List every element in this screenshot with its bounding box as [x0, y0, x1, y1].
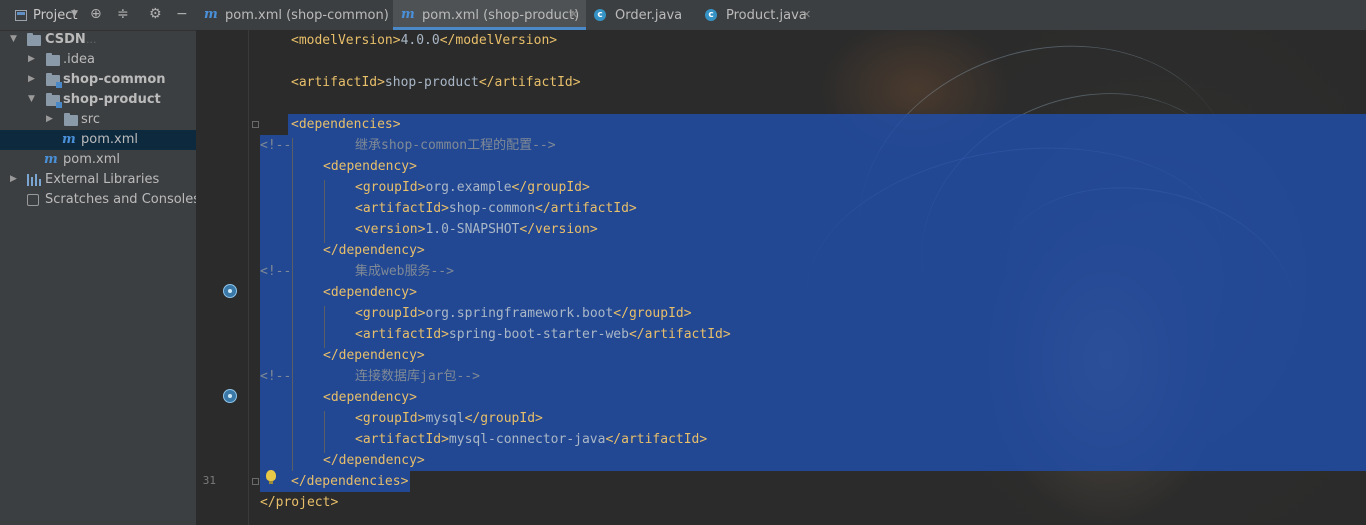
code-line: <groupId>org.example</groupId> — [355, 180, 590, 195]
selection-first-line — [288, 114, 1366, 135]
class-icon: c — [594, 9, 606, 21]
code-line: </dependency> — [323, 453, 425, 468]
folder-icon — [64, 113, 78, 126]
tree-item-src[interactable]: ▶ src — [0, 110, 196, 130]
code-line: <version>1.0-SNAPSHOT</version> — [355, 222, 598, 237]
code-line: <dependency> — [323, 285, 417, 300]
code-comment: <!-- — [260, 264, 292, 279]
tree-item-label: External Libraries — [45, 172, 160, 187]
tab-pom-shop-common[interactable]: m pom.xml (shop-common) — [196, 0, 392, 30]
tab-label: Order.java — [615, 8, 683, 23]
chevron-right-icon[interactable]: ▶ — [46, 114, 53, 124]
code-line: <modelVersion>4.0.0</modelVersion> — [291, 33, 558, 48]
code-comment: 连接数据库jar包--> — [355, 369, 480, 384]
crosshair-icon[interactable]: ⊕ — [90, 6, 102, 22]
tree-item-label: Scratches and Consoles — [45, 192, 201, 207]
chevron-right-icon[interactable]: ▶ — [28, 74, 35, 84]
folder-icon — [46, 53, 60, 66]
tab-product-java[interactable]: c Product.java ✕ — [697, 0, 827, 30]
close-icon[interactable]: ✕ — [802, 8, 811, 21]
code-line: <dependency> — [323, 390, 417, 405]
tree-item-label: shop-common — [63, 72, 166, 87]
code-line: <groupId>org.springframework.boot</group… — [355, 306, 692, 321]
tab-label: pom.xml (shop-common) — [225, 8, 389, 23]
chevron-down-icon[interactable]: ▼ — [71, 9, 78, 19]
module-folder-icon — [46, 73, 62, 88]
tab-label: pom.xml (shop-product) — [422, 8, 580, 23]
tree-item-shop-product[interactable]: ▼ shop-product — [0, 90, 196, 110]
current-line-number: 31 — [202, 474, 216, 487]
chevron-right-icon[interactable]: ▶ — [28, 54, 35, 64]
tree-item-label: shop-product — [63, 92, 161, 107]
code-line: </dependency> — [323, 348, 425, 363]
code-comment: 继承shop-common工程的配置--> — [355, 138, 556, 153]
maven-icon: m — [62, 132, 76, 147]
code-line: <groupId>mysql</groupId> — [355, 411, 543, 426]
minimize-icon[interactable]: − — [176, 6, 188, 22]
tree-item-hint: ... — [86, 33, 97, 46]
project-panel-header: Project ▼ ⊕ ≑ ⚙ − — [0, 0, 196, 31]
tree-item-label: .idea — [63, 52, 95, 67]
tree-item-external-libraries[interactable]: ▶ External Libraries — [0, 170, 196, 190]
tab-pom-shop-product[interactable]: m pom.xml (shop-product) ✕ — [393, 0, 586, 30]
tree-item-label: pom.xml — [81, 132, 138, 147]
editor-tab-bar: m pom.xml (shop-common) m pom.xml (shop-… — [196, 0, 1366, 31]
tree-item-scratches[interactable]: Scratches and Consoles — [0, 190, 200, 210]
fold-marker[interactable] — [252, 121, 259, 128]
collapse-icon[interactable]: ≑ — [117, 6, 129, 22]
tab-order-java[interactable]: c Order.java — [586, 0, 696, 30]
lightbulb-icon[interactable] — [266, 470, 276, 484]
tree-item-idea[interactable]: ▶ .idea — [0, 50, 196, 70]
code-line: </dependency> — [323, 243, 425, 258]
tab-label: Product.java — [726, 8, 807, 23]
maven-icon: m — [401, 7, 415, 22]
implemented-gutter-icon[interactable] — [223, 389, 237, 403]
code-editor[interactable]: 31 <modelVersion>4.0.0</modelVersion> <a… — [196, 30, 1366, 525]
chevron-down-icon[interactable]: ▼ — [28, 94, 35, 104]
tree-item-label: CSDN — [45, 32, 86, 47]
tree-item-pom-root[interactable]: m pom.xml — [0, 150, 196, 170]
library-icon — [27, 174, 41, 186]
tree-item-shop-common[interactable]: ▶ shop-common — [0, 70, 196, 90]
tree-item-label: src — [81, 112, 100, 127]
scratch-icon — [27, 194, 39, 206]
code-line: <dependencies> — [291, 117, 401, 132]
tree-item-label: pom.xml — [63, 152, 120, 167]
maven-icon: m — [204, 7, 218, 22]
maven-icon: m — [44, 152, 58, 167]
chevron-right-icon[interactable]: ▶ — [10, 174, 17, 184]
code-comment: <!-- — [260, 369, 292, 384]
folder-icon — [27, 33, 41, 46]
code-line: <artifactId>shop-product</artifactId> — [291, 75, 581, 90]
code-line: <artifactId>shop-common</artifactId> — [355, 201, 637, 216]
implemented-gutter-icon[interactable] — [223, 284, 237, 298]
project-sidebar: Project ▼ ⊕ ≑ ⚙ − ▼ CSDN ... ▶ .idea ▶ s… — [0, 0, 200, 525]
code-comment: 集成web服务--> — [355, 264, 454, 279]
code-comment: <!-- — [260, 138, 292, 153]
gear-icon[interactable]: ⚙ — [149, 6, 162, 22]
code-line: </dependencies> — [291, 474, 409, 489]
code-line: </project> — [260, 495, 339, 510]
tree-item-csdn[interactable]: ▼ CSDN ... — [0, 30, 196, 50]
tree-item-pom-product[interactable]: m pom.xml — [0, 130, 196, 150]
code-line: <artifactId>spring-boot-starter-web</art… — [355, 327, 731, 342]
project-icon — [15, 10, 27, 21]
close-icon[interactable]: ✕ — [569, 8, 578, 21]
code-line: <artifactId>mysql-connector-java</artifa… — [355, 432, 708, 447]
chevron-down-icon[interactable]: ▼ — [10, 34, 17, 44]
module-folder-icon — [46, 93, 62, 108]
code-line: <dependency> — [323, 159, 417, 174]
class-icon: c — [705, 9, 717, 21]
fold-marker[interactable] — [252, 478, 259, 485]
